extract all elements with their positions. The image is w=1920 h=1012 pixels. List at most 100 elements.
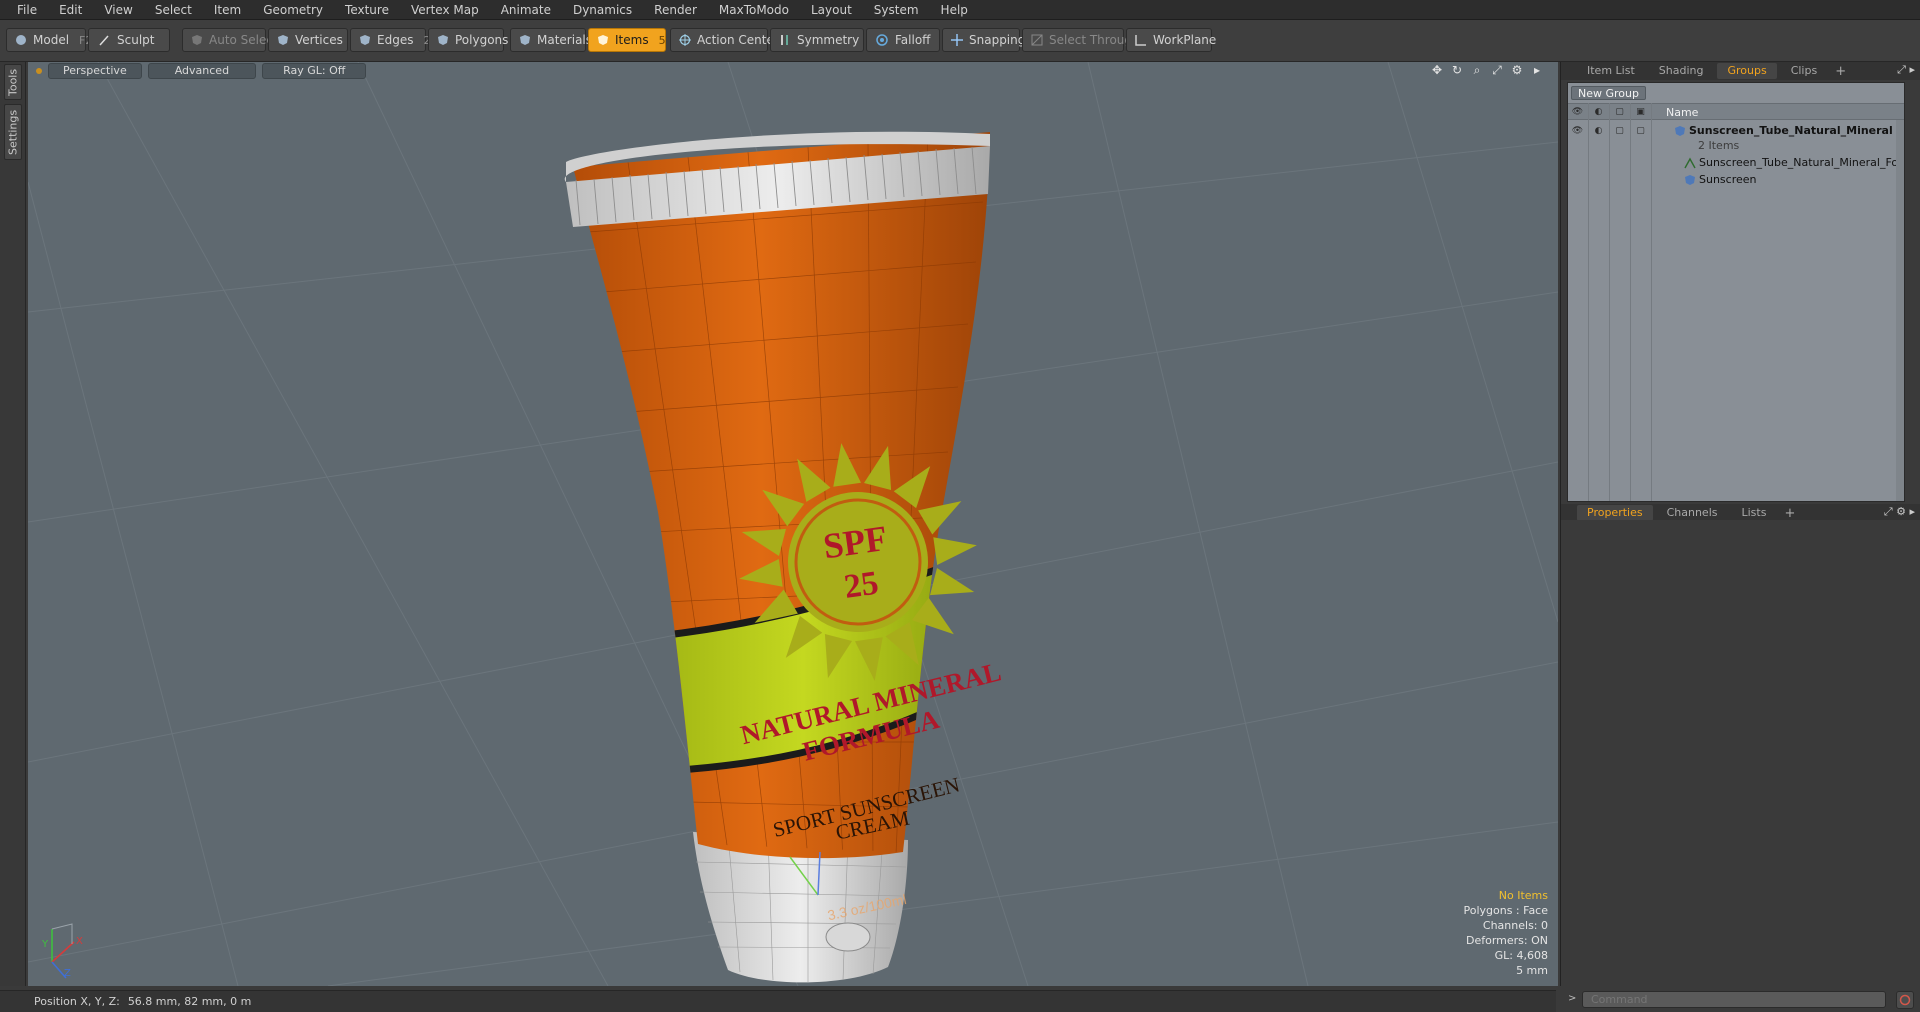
right-panel: Item List Shading Groups Clips + ⤢ ▸ New… xyxy=(1560,62,1920,986)
crosshair-icon xyxy=(679,33,691,47)
menu-view[interactable]: View xyxy=(93,0,143,20)
add-tab-icon[interactable]: + xyxy=(1780,506,1799,521)
fit-icon[interactable]: ⤢ xyxy=(1490,63,1504,77)
3d-viewport[interactable]: Perspective Advanced Ray GL: Off ✥ ↻ ⌕ ⤢… xyxy=(28,62,1558,986)
viewport-menu-dot[interactable] xyxy=(36,68,42,74)
group-member-row[interactable]: Sunscreen_Tube_Natural_Mineral_For ... xyxy=(1568,155,1904,171)
tab-item-list[interactable]: Item List xyxy=(1577,63,1645,79)
materials-label: Materials xyxy=(537,33,593,47)
falloff-icon xyxy=(875,33,889,47)
menu-vertex-map[interactable]: Vertex Map xyxy=(400,0,490,20)
sculpt-mode-button[interactable]: Sculpt xyxy=(88,28,170,52)
info-gl: GL: 4,608 xyxy=(1494,949,1548,962)
items-button[interactable]: Items 5 xyxy=(588,28,666,52)
command-arrow-icon: > xyxy=(1568,993,1577,1004)
member-name: Sunscreen_Tube_Natural_Mineral_For ... xyxy=(1699,156,1904,169)
info-channels: Channels: 0 xyxy=(1482,919,1548,932)
menu-edit[interactable]: Edit xyxy=(48,0,93,20)
select-header-icon[interactable]: ▣ xyxy=(1634,106,1647,118)
zoom-icon[interactable]: ⌕ xyxy=(1470,63,1484,77)
symmetry-icon xyxy=(779,33,791,47)
menu-file[interactable]: File xyxy=(6,0,48,20)
workplane-button[interactable]: WorkPlane xyxy=(1126,28,1216,52)
new-group-button[interactable]: New Group xyxy=(1571,86,1646,100)
menu-bar: File Edit View Select Item Geometry Text… xyxy=(0,0,1920,20)
advanced-button[interactable]: Advanced xyxy=(147,63,257,79)
pan-icon[interactable]: ✥ xyxy=(1430,63,1444,77)
menu-render[interactable]: Render xyxy=(643,0,708,20)
tab-groups[interactable]: Groups xyxy=(1717,63,1777,79)
mesh-icon xyxy=(1684,157,1696,169)
left-tool-strip: Tools Settings xyxy=(0,62,26,986)
menu-dynamics[interactable]: Dynamics xyxy=(562,0,643,20)
brush-icon xyxy=(97,33,111,47)
groups-header: 👁 ◐ ▢ ▣ Name xyxy=(1568,103,1904,120)
polygons-button[interactable]: Polygons xyxy=(428,28,508,52)
position-label: Position X, Y, Z: xyxy=(34,995,120,1008)
edges-button[interactable]: Edges 2 xyxy=(350,28,430,52)
snapping-button[interactable]: Snapping xyxy=(942,28,1025,52)
expand-panel-icon[interactable]: ⤢ ⚙ ▸ xyxy=(1884,505,1915,519)
select-toggle-icon[interactable]: ▢ xyxy=(1634,125,1647,137)
materials-button[interactable]: Materials xyxy=(510,28,592,52)
menu-select[interactable]: Select xyxy=(144,0,203,20)
sphere-icon xyxy=(15,33,27,47)
group-row[interactable]: 👁 ◐ ▢ ▢ Sunscreen_Tube_Natural_Mineral .… xyxy=(1568,123,1904,139)
group-member-row[interactable]: Sunscreen xyxy=(1568,172,1904,188)
lock-header-icon[interactable]: ▢ xyxy=(1613,106,1626,118)
render-header-icon[interactable]: ◐ xyxy=(1592,106,1605,118)
shield-icon xyxy=(191,33,203,47)
lock-toggle-icon[interactable]: ▢ xyxy=(1613,125,1626,137)
viewport-info: No Items Polygons : Face Channels: 0 Def… xyxy=(1463,888,1548,978)
name-column-header[interactable]: Name xyxy=(1666,106,1698,119)
axis-widget: Y X Z xyxy=(41,923,83,979)
falloff-button[interactable]: Falloff xyxy=(866,28,940,52)
play-icon[interactable]: ▸ xyxy=(1530,63,1544,77)
menu-help[interactable]: Help xyxy=(930,0,979,20)
model-mode-button[interactable]: Model F2 xyxy=(6,28,92,52)
info-grid: 5 mm xyxy=(1516,964,1548,977)
tab-lists[interactable]: Lists xyxy=(1732,505,1777,521)
snapping-icon xyxy=(951,33,963,47)
expand-panel-icon[interactable]: ⤢ ▸ xyxy=(1897,63,1915,77)
action-center-button[interactable]: Action Center xyxy=(670,28,779,52)
position-value: 56.8 mm, 82 mm, 0 m xyxy=(127,995,252,1008)
menu-texture[interactable]: Texture xyxy=(334,0,400,20)
polygons-icon xyxy=(437,33,449,47)
select-through-button[interactable]: Select Through xyxy=(1022,28,1140,52)
group-name: Sunscreen_Tube_Natural_Mineral ... xyxy=(1689,124,1904,137)
symmetry-button[interactable]: Symmetry xyxy=(770,28,864,52)
record-icon xyxy=(1899,994,1911,1006)
tab-channels[interactable]: Channels xyxy=(1657,505,1728,521)
sculpt-label: Sculpt xyxy=(117,33,155,47)
menu-system[interactable]: System xyxy=(863,0,930,20)
menu-animate[interactable]: Animate xyxy=(490,0,562,20)
add-tab-icon[interactable]: + xyxy=(1831,64,1850,79)
edges-label: Edges xyxy=(377,33,414,47)
tools-tab[interactable]: Tools xyxy=(4,64,22,100)
gear-icon[interactable]: ⚙ xyxy=(1510,63,1524,77)
vertices-label: Vertices xyxy=(295,33,343,47)
info-deformers: Deformers: ON xyxy=(1466,934,1548,947)
command-input[interactable] xyxy=(1582,991,1886,1008)
auto-select-button[interactable]: Auto Select xyxy=(182,28,278,52)
render-toggle-icon[interactable]: ◐ xyxy=(1592,125,1605,137)
groups-scrollbar[interactable] xyxy=(1896,120,1904,501)
tab-clips[interactable]: Clips xyxy=(1781,63,1828,79)
tab-properties[interactable]: Properties xyxy=(1577,505,1653,521)
menu-layout[interactable]: Layout xyxy=(800,0,863,20)
axis-z-label: Z xyxy=(64,968,71,979)
menu-item[interactable]: Item xyxy=(203,0,252,20)
perspective-button[interactable]: Perspective xyxy=(48,63,142,79)
command-history-button[interactable] xyxy=(1896,991,1914,1009)
rotate-icon[interactable]: ↻ xyxy=(1450,63,1464,77)
eye-icon[interactable]: 👁 xyxy=(1571,125,1584,137)
visibility-header-icon[interactable]: 👁 xyxy=(1571,106,1584,118)
tab-shading[interactable]: Shading xyxy=(1649,63,1714,79)
settings-tab[interactable]: Settings xyxy=(4,104,22,160)
menu-geometry[interactable]: Geometry xyxy=(252,0,334,20)
vertices-button[interactable]: Vertices 1 xyxy=(268,28,360,52)
raygl-button[interactable]: Ray GL: Off xyxy=(262,63,367,79)
action-center-label: Action Center xyxy=(697,33,779,47)
menu-maxtomodo[interactable]: MaxToModo xyxy=(708,0,800,20)
